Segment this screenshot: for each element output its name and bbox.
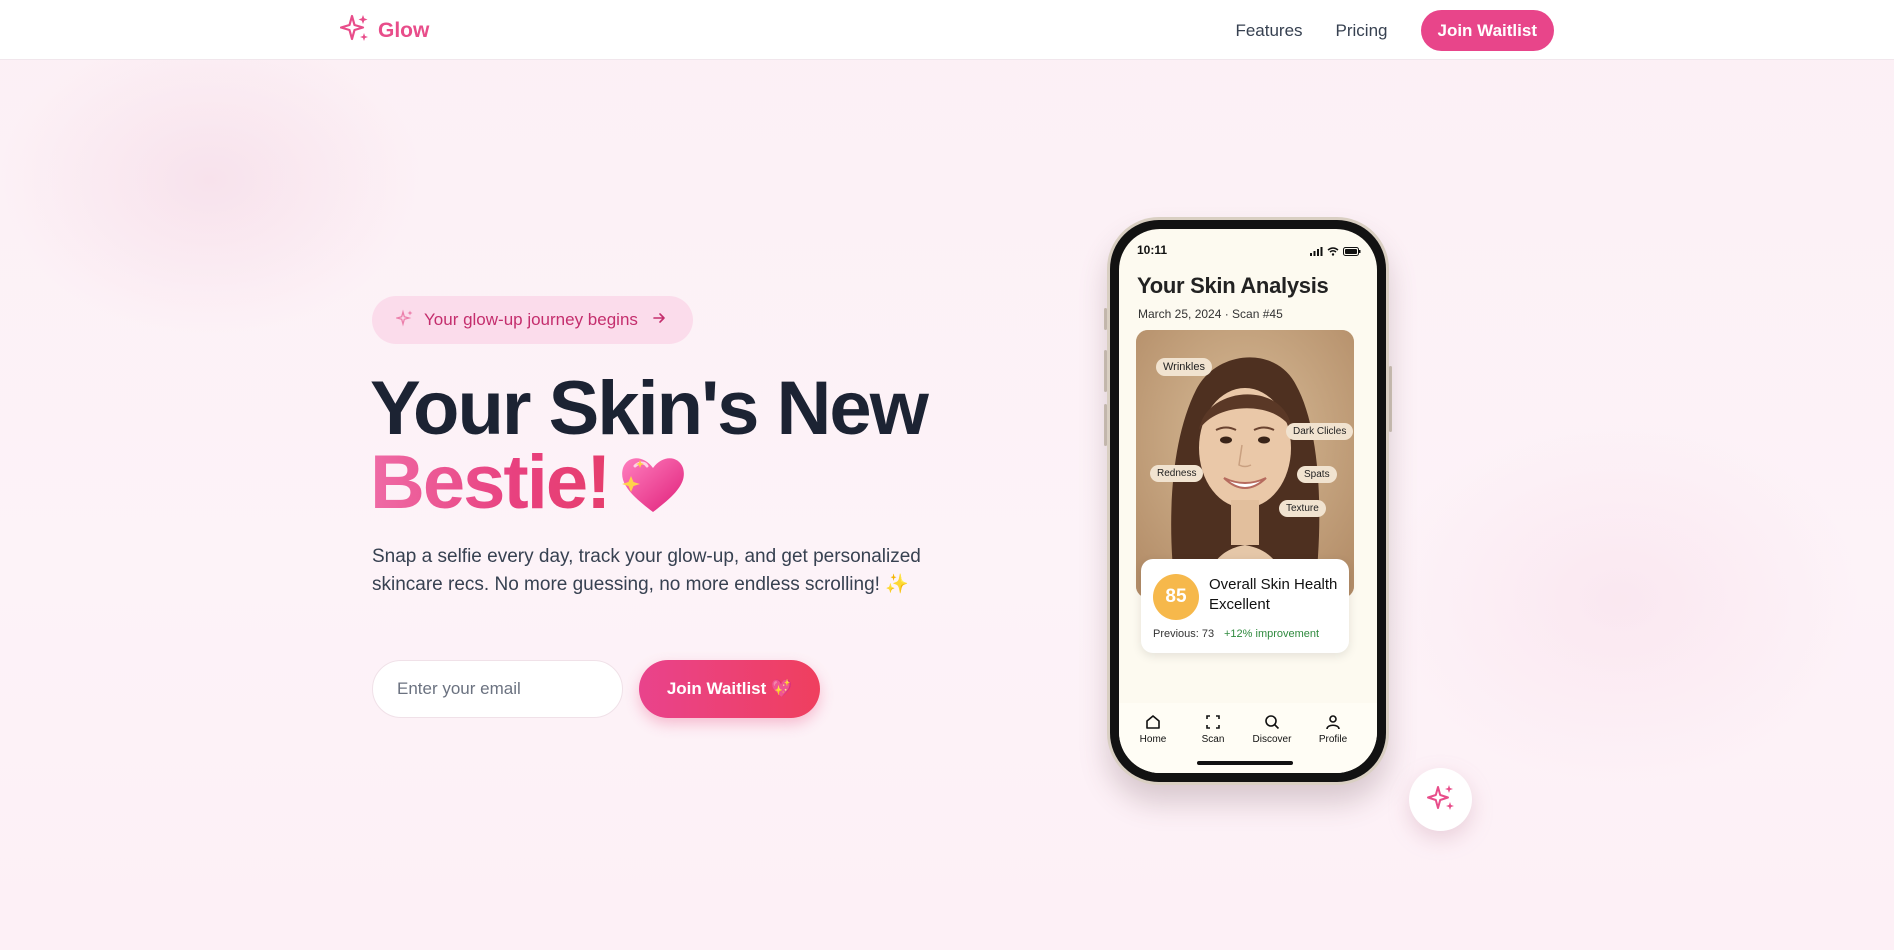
status-icons	[1310, 243, 1361, 261]
heart-sparkle-icon	[615, 446, 689, 516]
sparkles-icon	[394, 309, 414, 332]
brand-name: Glow	[378, 18, 430, 42]
battery-icon	[1343, 243, 1361, 261]
logo[interactable]: Glow	[339, 12, 430, 49]
sparkles-emoji: ✨	[885, 574, 909, 595]
tab-home-label: Home	[1139, 734, 1167, 745]
hero-subtitle-text: Snap a selfie every day, track your glow…	[372, 546, 921, 595]
page-background	[0, 0, 1894, 950]
tab-home[interactable]: Home	[1123, 713, 1183, 745]
pill-label: Your glow-up journey begins	[424, 310, 638, 329]
nav-links: Features Pricing Join Waitlist	[1235, 10, 1554, 51]
scan-date: March 25, 2024 · Scan #45	[1138, 307, 1283, 321]
tag-dark-circles[interactable]: Dark Clicles	[1286, 423, 1354, 440]
home-icon	[1123, 713, 1183, 731]
score-label: Excellent	[1209, 596, 1270, 613]
skin-score-card[interactable]: 85 Overall Skin Health Excellent Previou…	[1141, 559, 1349, 653]
tag-redness[interactable]: Redness	[1150, 465, 1204, 482]
home-indicator	[1197, 761, 1293, 765]
sparkle-fab-button[interactable]	[1409, 768, 1472, 831]
scan-icon	[1183, 713, 1243, 731]
phone-bezel: 10:11 Your Skin Analysis March 25, 2024 …	[1110, 220, 1386, 782]
search-icon	[1242, 713, 1302, 731]
status-time: 10:11	[1137, 243, 1168, 257]
sparkles-icon	[339, 12, 370, 49]
nav-link-pricing[interactable]: Pricing	[1336, 21, 1388, 41]
tab-profile[interactable]: Profile	[1303, 713, 1363, 745]
phone-screen: 10:11 Your Skin Analysis March 25, 2024 …	[1119, 229, 1377, 773]
top-nav: Glow Features Pricing Join Waitlist	[0, 0, 1894, 60]
hero-title-accent: Bestie!	[370, 440, 611, 525]
face-photo: Wrinkles Dark Clicles Redness Spats Text…	[1136, 330, 1354, 598]
phone-mockup: 10:11 Your Skin Analysis March 25, 2024 …	[1107, 217, 1389, 785]
hero-subtitle: Snap a selfie every day, track your glow…	[372, 543, 942, 599]
tab-scan-label: Scan	[1201, 734, 1225, 745]
nav-join-waitlist-button[interactable]: Join Waitlist	[1420, 10, 1554, 51]
phone-power-button	[1389, 366, 1392, 432]
skin-score: 85	[1153, 574, 1199, 620]
tag-spots[interactable]: Spats	[1297, 466, 1337, 483]
email-input[interactable]	[372, 660, 623, 718]
arrow-right-icon	[648, 310, 666, 330]
tab-scan[interactable]: Scan	[1183, 713, 1243, 745]
score-title: Overall Skin Health	[1209, 576, 1338, 593]
tag-texture[interactable]: Texture	[1279, 500, 1326, 517]
nav-link-features[interactable]: Features	[1235, 21, 1302, 41]
previous-score: Previous: 73	[1153, 628, 1215, 640]
signal-icon	[1310, 243, 1323, 261]
screen-title: Your Skin Analysis	[1137, 273, 1329, 298]
improvement: +12% improvement	[1224, 628, 1320, 640]
sparkles-icon	[1425, 781, 1457, 818]
score-card-title: Overall Skin Health Excellent	[1209, 575, 1347, 615]
tab-profile-label: Profile	[1318, 734, 1348, 745]
tab-bar: Home Scan Discover Profile	[1119, 703, 1377, 773]
hero-title-line1: Your Skin's New	[370, 366, 929, 451]
profile-icon	[1303, 713, 1363, 731]
tab-discover-label: Discover	[1252, 734, 1292, 745]
wifi-icon	[1327, 243, 1339, 261]
tab-discover[interactable]: Discover	[1242, 713, 1302, 745]
journey-pill[interactable]: Your glow-up journey begins	[372, 296, 693, 344]
join-waitlist-button[interactable]: Join Waitlist 💖	[639, 660, 820, 718]
hero-title: Your Skin's New Bestie!	[370, 371, 929, 521]
tag-wrinkles[interactable]: Wrinkles	[1156, 358, 1212, 376]
